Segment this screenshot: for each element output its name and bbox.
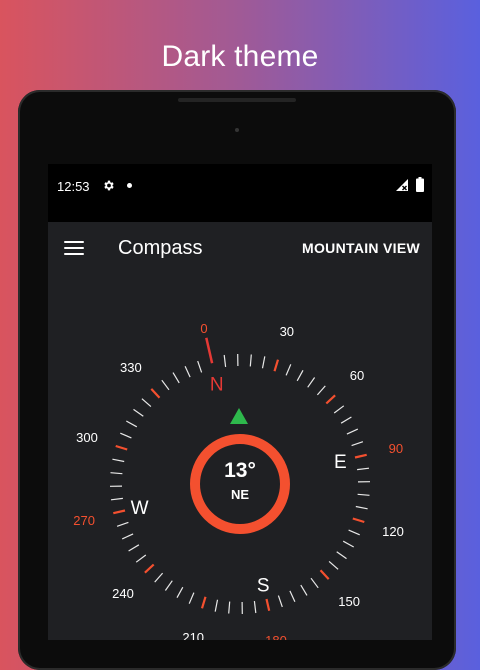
tick-156 bbox=[311, 578, 318, 588]
cardinal-labels: NESW bbox=[131, 375, 347, 597]
cardinal-s: S bbox=[257, 575, 270, 596]
tick-162 bbox=[301, 585, 307, 595]
tick-240 bbox=[145, 565, 154, 573]
cardinal-n: N bbox=[210, 375, 224, 396]
signal-icon bbox=[396, 179, 408, 191]
degree-label-270: 270 bbox=[73, 513, 95, 528]
tick-144 bbox=[329, 561, 338, 569]
tick-258 bbox=[122, 534, 133, 539]
tick-36 bbox=[286, 364, 291, 375]
tick-294 bbox=[112, 459, 124, 461]
tick-228 bbox=[165, 581, 172, 591]
tick-114 bbox=[356, 507, 368, 509]
tick-18 bbox=[250, 355, 251, 367]
degree-label-210: 210 bbox=[182, 630, 204, 640]
cardinal-e: E bbox=[334, 452, 347, 473]
tick-312 bbox=[126, 421, 137, 427]
tick-132 bbox=[343, 541, 354, 547]
tick-216 bbox=[189, 593, 194, 604]
tick-42 bbox=[297, 370, 303, 381]
tick-222 bbox=[177, 587, 183, 598]
tick-174 bbox=[278, 596, 282, 607]
tick-348 bbox=[185, 366, 190, 377]
app-title: Compass bbox=[118, 237, 202, 260]
degree-label-0: 0 bbox=[200, 321, 207, 336]
compass-dial: 13° NE NESW 0306090120150180210240270300… bbox=[48, 278, 432, 640]
tick-108 bbox=[358, 494, 370, 495]
tick-264 bbox=[117, 522, 128, 526]
tick-150 bbox=[321, 570, 329, 579]
degree-label-180: 180 bbox=[265, 633, 287, 640]
tick-276 bbox=[111, 498, 123, 499]
tick-66 bbox=[334, 406, 344, 413]
tick-300 bbox=[116, 446, 128, 450]
tick-30 bbox=[275, 360, 279, 372]
tick-6 bbox=[224, 355, 225, 367]
menu-icon[interactable] bbox=[64, 240, 84, 256]
tick-330 bbox=[151, 389, 159, 398]
degree-label-330: 330 bbox=[120, 360, 142, 375]
heading-degrees: 13° bbox=[224, 459, 256, 482]
tick-48 bbox=[308, 378, 315, 388]
app-bar: Compass MOUNTAIN VIEW bbox=[48, 222, 432, 278]
degree-label-150: 150 bbox=[338, 594, 360, 609]
tick-342 bbox=[173, 373, 179, 383]
degree-label-30: 30 bbox=[280, 324, 294, 339]
tick-90 bbox=[355, 455, 367, 458]
tick-168 bbox=[290, 591, 295, 602]
front-camera bbox=[235, 128, 239, 132]
app-screen: 12:53 Compass MOUNTAIN VIEW 13° NE NESW … bbox=[48, 164, 432, 640]
tick-270 bbox=[113, 511, 125, 514]
degree-label-60: 60 bbox=[350, 368, 364, 383]
tick-234 bbox=[155, 573, 163, 582]
speaker-grille bbox=[178, 98, 296, 102]
tick-54 bbox=[317, 386, 325, 395]
tick-60 bbox=[326, 395, 335, 403]
tick-84 bbox=[352, 442, 363, 446]
tick-210 bbox=[202, 597, 206, 609]
degree-label-300: 300 bbox=[76, 430, 98, 445]
tick-252 bbox=[129, 545, 139, 551]
tick-24 bbox=[263, 356, 265, 368]
battery-icon bbox=[416, 177, 424, 192]
tick-306 bbox=[120, 433, 131, 438]
tick-180 bbox=[267, 599, 270, 611]
degree-label-90: 90 bbox=[389, 441, 403, 456]
heading-ring bbox=[195, 439, 285, 529]
notification-dot-icon bbox=[127, 183, 132, 188]
tick-336 bbox=[162, 380, 169, 390]
tick-78 bbox=[347, 429, 358, 434]
tick-324 bbox=[142, 399, 151, 407]
tick-288 bbox=[111, 473, 123, 474]
tick-126 bbox=[349, 530, 360, 535]
tick-354 bbox=[198, 361, 202, 372]
tick-138 bbox=[337, 552, 347, 559]
tick-204 bbox=[215, 600, 217, 612]
tick-246 bbox=[136, 555, 146, 562]
gear-icon bbox=[102, 179, 115, 192]
heading-pointer-icon bbox=[230, 408, 248, 424]
cardinal-w: W bbox=[131, 498, 149, 519]
tick-186 bbox=[254, 601, 255, 613]
status-bar: 12:53 bbox=[48, 164, 432, 222]
tick-120 bbox=[353, 519, 365, 523]
tick-0 bbox=[206, 338, 212, 363]
degree-label-120: 120 bbox=[382, 524, 404, 539]
heading-direction: NE bbox=[231, 487, 249, 502]
status-time: 12:53 bbox=[57, 179, 90, 194]
tick-96 bbox=[357, 468, 369, 469]
location-button[interactable]: MOUNTAIN VIEW bbox=[302, 240, 420, 256]
degree-label-240: 240 bbox=[112, 586, 134, 601]
tick-318 bbox=[134, 409, 144, 416]
tick-72 bbox=[341, 417, 351, 423]
promo-title: Dark theme bbox=[0, 40, 480, 74]
tick-198 bbox=[229, 602, 230, 614]
